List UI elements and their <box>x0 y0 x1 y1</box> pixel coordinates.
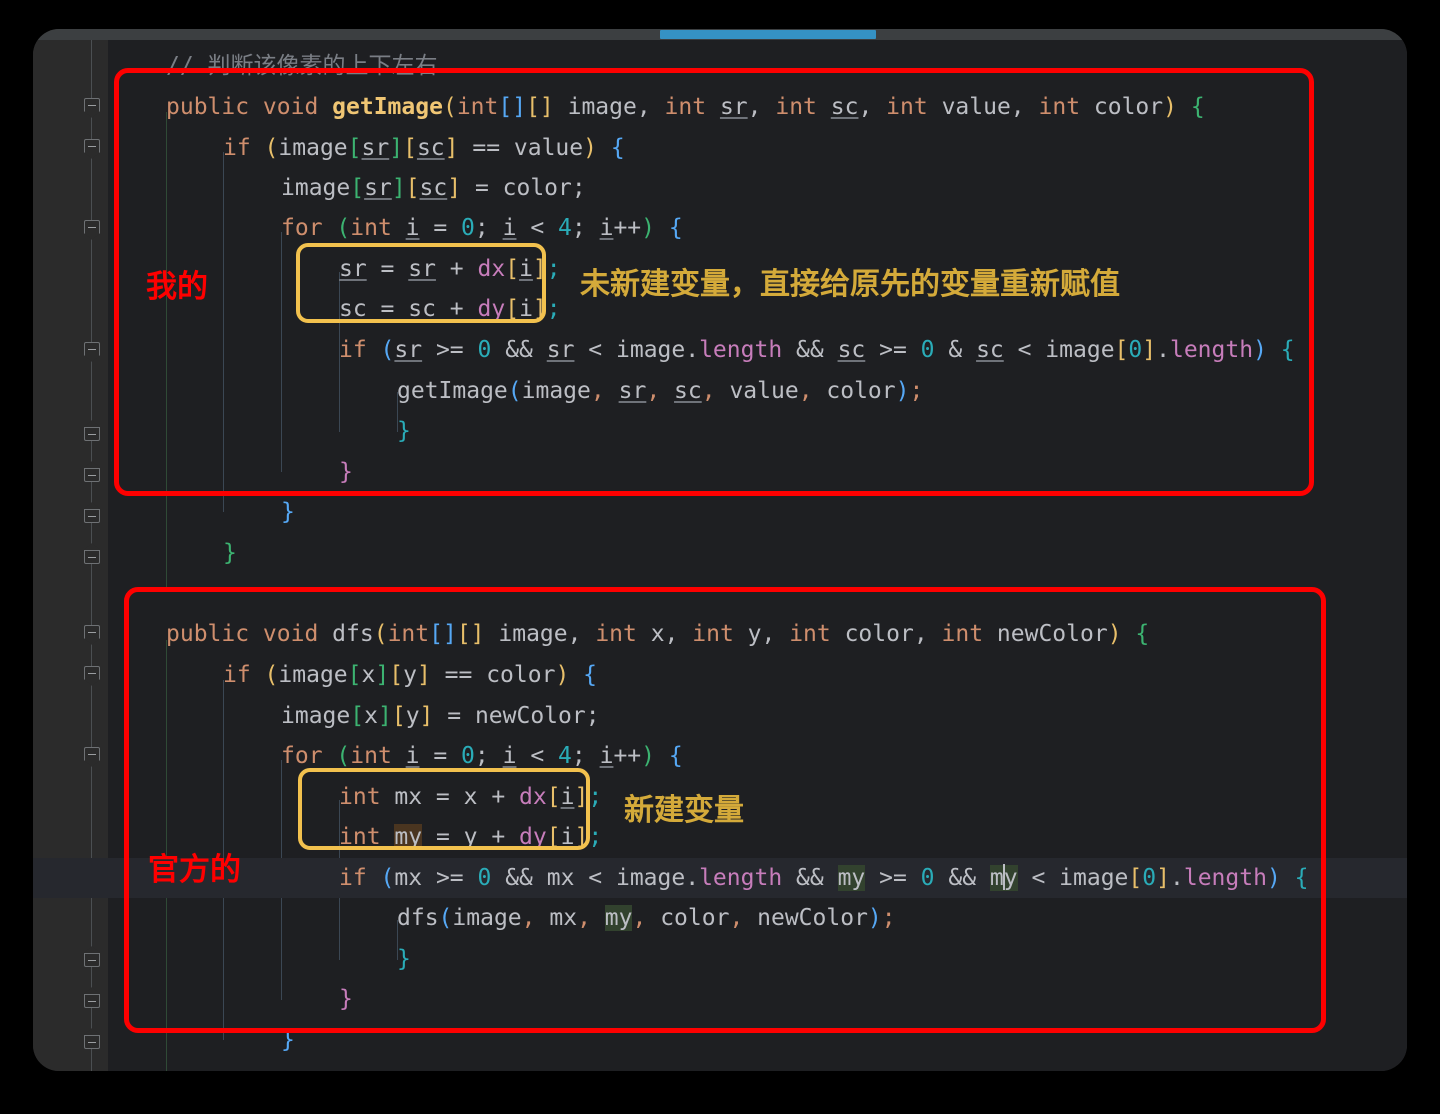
indent-guide <box>223 152 224 512</box>
type-int: int <box>456 94 499 120</box>
code-fold-icon[interactable] <box>84 946 100 967</box>
code-line[interactable]: if (image[x][y] == color) { <box>223 655 597 695</box>
code-fold-icon[interactable] <box>84 502 100 523</box>
code-line[interactable]: sc = sc + dy[i]; <box>339 289 561 329</box>
code-fold-icon[interactable] <box>84 220 100 240</box>
code-line[interactable]: if (sr >= 0 && sr < image.length && sc >… <box>339 330 1295 370</box>
code-fold-icon[interactable] <box>84 98 100 118</box>
code-line[interactable]: } <box>223 533 237 573</box>
code-line[interactable]: getImage(image, sr, sc, value, color); <box>397 371 923 411</box>
text-caret <box>1002 864 1005 890</box>
indent-guide <box>281 232 282 472</box>
code-line[interactable]: int mx = x + dx[i]; <box>339 777 602 817</box>
method-name-getimage: getImage <box>332 94 443 120</box>
code-line[interactable]: sr = sr + dx[i]; <box>339 249 561 289</box>
code-line[interactable]: } <box>397 939 411 979</box>
code-fold-icon[interactable] <box>84 987 100 1008</box>
code-line[interactable]: for (int i = 0; i < 4; i++) { <box>281 736 683 776</box>
code-line[interactable]: public void dfs(int[][] image, int x, in… <box>166 614 1149 654</box>
ide-window: // 判断该像素的上下左右 public void getImage(int[]… <box>33 29 1407 1071</box>
editor-top-scrollbar-track[interactable] <box>33 29 1407 40</box>
annotation-label-official: 官方的 <box>148 852 241 888</box>
code-content[interactable]: // 判断该像素的上下左右 public void getImage(int[]… <box>33 40 1407 1071</box>
editor-gutter[interactable] <box>33 40 136 1071</box>
code-line-comment[interactable]: // 判断该像素的上下左右 <box>166 46 438 86</box>
code-line[interactable]: image[sr][sc] = color; <box>281 168 586 208</box>
keyword-public-void: public void <box>166 94 333 120</box>
code-line[interactable]: int my = y + dy[i]; <box>339 817 602 857</box>
annotation-label-mine: 我的 <box>146 269 208 305</box>
keyword-public-void: public void <box>166 621 333 647</box>
screenshot-root: // 判断该像素的上下左右 public void getImage(int[]… <box>0 0 1440 1114</box>
code-fold-icon[interactable] <box>84 420 100 441</box>
code-line[interactable]: if (image[sr][sc] == value) { <box>223 128 625 168</box>
code-line[interactable]: } <box>281 1020 295 1060</box>
comment-text: // 判断该像素的上下左右 <box>166 53 438 79</box>
code-fold-icon[interactable] <box>84 139 100 159</box>
method-name-dfs: dfs <box>332 621 374 647</box>
code-fold-icon[interactable] <box>84 625 100 645</box>
code-editor[interactable]: // 判断该像素的上下左右 public void getImage(int[]… <box>33 40 1407 1071</box>
annotation-note-newvars: 新建变量 <box>624 793 744 828</box>
code-fold-icon[interactable] <box>84 461 100 482</box>
code-line[interactable]: image[x][y] = newColor; <box>281 696 600 736</box>
code-line[interactable]: } <box>339 452 353 492</box>
code-line[interactable]: for (int i = 0; i < 4; i++) { <box>281 208 683 248</box>
editor-scrollbar-thumb[interactable] <box>660 30 876 39</box>
code-fold-icon[interactable] <box>84 1028 100 1049</box>
code-fold-icon[interactable] <box>84 543 100 564</box>
code-line[interactable]: public void getImage(int[][] image, int … <box>166 87 1205 127</box>
code-line[interactable]: } <box>281 492 295 532</box>
indent-guide <box>166 112 167 592</box>
code-line[interactable]: dfs(image, mx, my, color, newColor); <box>397 898 896 938</box>
code-line[interactable]: } <box>339 979 353 1019</box>
code-fold-icon[interactable] <box>84 747 100 767</box>
code-fold-icon[interactable] <box>84 666 100 686</box>
annotation-note-reassign: 未新建变量，直接给原先的变量重新赋值 <box>580 267 1120 302</box>
code-line[interactable]: } <box>397 411 411 451</box>
code-fold-icon[interactable] <box>84 342 100 362</box>
